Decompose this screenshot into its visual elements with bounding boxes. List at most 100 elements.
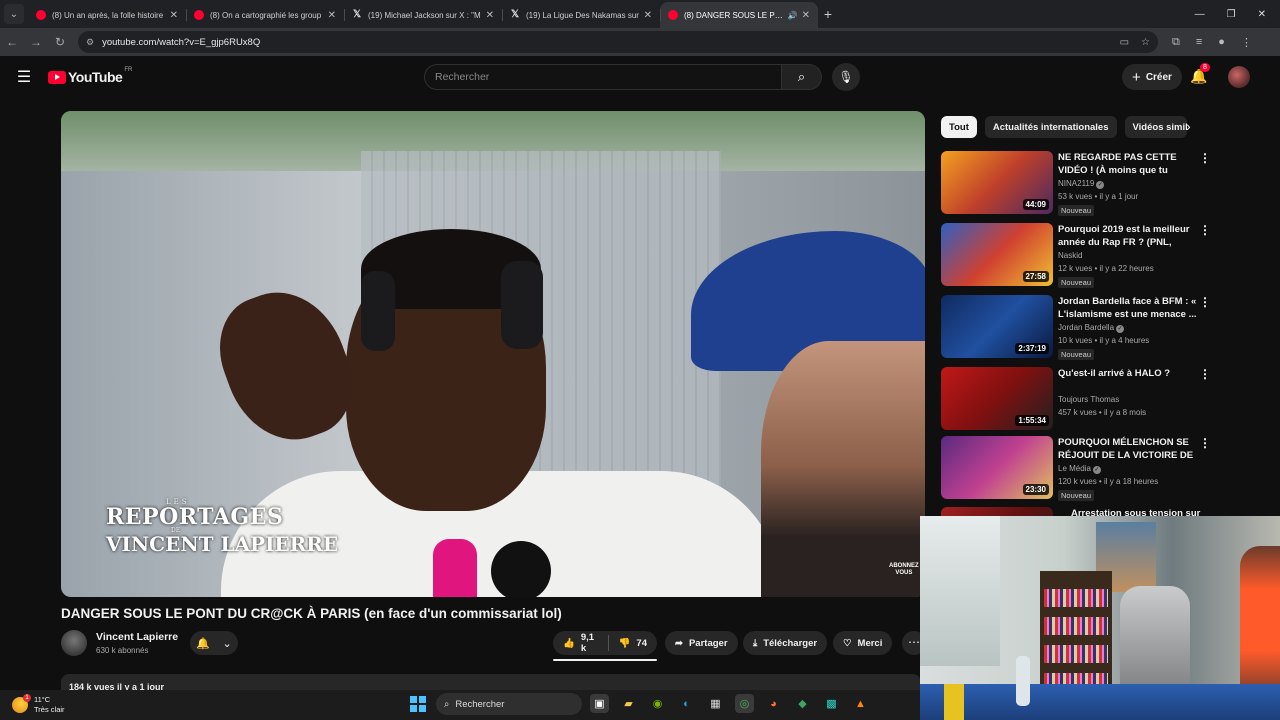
search-button[interactable]: ⌕ xyxy=(782,64,822,90)
recommended-video[interactable]: 23:30 POURQUOI MÉLENCHON SE RÉJOUIT DE LA… xyxy=(941,436,1211,501)
recommended-title[interactable]: Pourquoi 2019 est la meilleur année du R… xyxy=(1058,223,1198,249)
notifications-button[interactable]: 🔔 8 xyxy=(1190,63,1210,85)
video-thumbnail[interactable]: 2:37:19 xyxy=(941,295,1053,358)
back-icon[interactable]: ← xyxy=(0,35,24,49)
file-explorer-icon[interactable]: ▰ xyxy=(619,694,638,713)
windows-start-icon[interactable] xyxy=(410,696,426,712)
more-options-icon[interactable]: ⋮ xyxy=(1199,295,1211,309)
video-player[interactable]: LES REPORTAGES DE VINCENT LAPIERRE ABONN… xyxy=(61,111,925,597)
more-dots-icon: ⋯ xyxy=(908,635,920,649)
chrome-icon[interactable]: ◎ xyxy=(735,694,754,713)
recommended-title[interactable]: NE REGARDE PAS CETTE VIDÉO ! (À moins qu… xyxy=(1058,151,1198,177)
thanks-button[interactable]: ♡ Merci xyxy=(833,631,893,655)
heart-dollar-icon: ♡ xyxy=(843,637,852,649)
close-window-icon[interactable]: ✕ xyxy=(1258,9,1266,20)
x-icon: 𝕏 xyxy=(510,9,520,20)
browser-tab[interactable]: 𝕏 (19) La Ligue Des Nakamas sur ✕ xyxy=(502,2,660,28)
recommended-video[interactable]: 44:09 NE REGARDE PAS CETTE VIDÉO ! (À moi… xyxy=(941,151,1211,216)
webcam-window xyxy=(920,516,1000,666)
subscription-bell-button[interactable]: 🔔 ⌄ xyxy=(190,631,238,655)
video-thumbnail[interactable]: 44:09 xyxy=(941,151,1053,214)
recommended-title[interactable]: Jordan Bardella face à BFM : « L'islamis… xyxy=(1058,295,1198,321)
verified-icon: ✓ xyxy=(1096,181,1105,189)
reload-icon[interactable]: ↻ xyxy=(48,35,72,49)
account-avatar[interactable] xyxy=(1228,66,1250,88)
share-icon: ➦ xyxy=(675,637,683,649)
close-tab-icon[interactable]: ✕ xyxy=(486,10,494,21)
video-thumbnail[interactable]: 27:58 xyxy=(941,223,1053,286)
recommended-title[interactable]: Qu'est-il arrivé à HALO ? xyxy=(1058,367,1198,380)
download-button[interactable]: ⤓ Télécharger xyxy=(743,631,828,655)
more-options-icon[interactable]: ⋮ xyxy=(1199,151,1211,165)
close-tab-icon[interactable]: ✕ xyxy=(328,10,336,21)
vlc-icon[interactable]: ▲ xyxy=(851,694,870,713)
recommended-channel[interactable]: Toujours Thomas xyxy=(1058,395,1119,404)
app-icon[interactable]: ◆ xyxy=(793,694,812,713)
share-button[interactable]: ➦ Partager xyxy=(665,631,738,655)
cast-icon[interactable]: ▭ xyxy=(1120,37,1129,48)
search-input[interactable]: Rechercher xyxy=(424,64,782,90)
restore-icon[interactable]: ❐ xyxy=(1227,9,1236,20)
download-icon: ⤓ xyxy=(753,637,758,649)
close-tab-icon[interactable]: ✕ xyxy=(170,10,178,21)
recommended-video[interactable]: 2:37:19 Jordan Bardella face à BFM : « L'… xyxy=(941,295,1211,360)
filter-chip[interactable]: Tout xyxy=(941,116,977,138)
channel-avatar[interactable] xyxy=(61,630,87,656)
browser-tab[interactable]: (8) DANGER SOUS LE PONT 🔊 ✕ xyxy=(660,2,818,28)
like-button[interactable]: 👍 9,1 k xyxy=(553,631,608,655)
close-tab-icon[interactable]: ✕ xyxy=(644,10,652,21)
voice-search-button[interactable]: 🎙 xyxy=(832,63,860,91)
weather-widget[interactable]: 1 11°C Très clair xyxy=(12,694,65,715)
media-control-icon[interactable]: ≡ xyxy=(1196,36,1202,49)
recommended-video[interactable]: 1:55:34 Qu'est-il arrivé à HALO ? Toujours… xyxy=(941,367,1211,431)
tab-audio-icon[interactable]: 🔊 xyxy=(788,11,798,20)
tab-search-chevron-icon[interactable]: ⌄ xyxy=(4,4,24,24)
close-tab-icon[interactable]: ✕ xyxy=(802,10,810,21)
app-icon[interactable]: ▩ xyxy=(822,694,841,713)
browser-menu-icon[interactable]: ⋮ xyxy=(1241,36,1252,49)
more-options-icon[interactable]: ⋮ xyxy=(1199,367,1211,381)
video-thumbnail[interactable]: 1:55:34 xyxy=(941,367,1053,430)
search-icon: ⌕ xyxy=(444,698,450,710)
recommended-title[interactable]: POURQUOI MÉLENCHON SE RÉJOUIT DE LA VICT… xyxy=(1058,436,1198,462)
browser-tab-bar: ⌄ (8) Un an après, la folle histoire ✕ (8)… xyxy=(0,0,1280,28)
recommended-channel[interactable]: Naskid xyxy=(1058,251,1082,260)
more-options-icon[interactable]: ⋮ xyxy=(1199,223,1211,237)
firefox-icon[interactable]: ◕ xyxy=(764,694,783,713)
recommended-channel[interactable]: Jordan Bardella ✓ xyxy=(1058,323,1125,333)
nvidia-icon[interactable]: ◉ xyxy=(648,694,667,713)
filter-chip[interactable]: Actualités internationales xyxy=(984,116,1117,138)
address-bar[interactable]: ⚙ youtube.com/watch?v=E_gjp6RUx8Q ▭ ☆ xyxy=(78,31,1158,53)
browser-tab[interactable]: 𝕏 (19) Michael Jackson sur X : "M ✕ xyxy=(344,2,502,28)
dislike-button[interactable]: 👎 74 xyxy=(609,631,657,655)
taskbar-search[interactable]: ⌕ Rechercher xyxy=(436,693,582,715)
bookmark-star-icon[interactable]: ☆ xyxy=(1141,37,1150,48)
more-options-icon[interactable]: ⋮ xyxy=(1199,436,1211,450)
store-icon[interactable]: ▦ xyxy=(706,694,725,713)
youtube-logo[interactable]: YouTube FR xyxy=(48,67,132,85)
hamburger-menu-icon[interactable]: ☰ xyxy=(0,67,48,87)
browser-tab[interactable]: (8) Un an après, la folle histoire ✕ xyxy=(28,2,186,28)
recommended-video[interactable]: 27:58 Pourquoi 2019 est la meilleur année… xyxy=(941,223,1211,288)
share-label: Partager xyxy=(688,637,728,649)
logo-text: YouTube xyxy=(68,69,123,85)
edge-icon[interactable]: ◐ xyxy=(677,694,696,713)
browser-tab[interactable]: (8) On a cartographié les group ✕ xyxy=(186,2,344,28)
site-info-icon[interactable]: ⚙ xyxy=(86,37,94,48)
channel-name[interactable]: Vincent Lapierre xyxy=(96,631,178,643)
new-tab-button[interactable]: + xyxy=(818,6,838,22)
extensions-icon[interactable]: ⧉ xyxy=(1172,36,1180,49)
tab-title: (8) On a cartographié les group xyxy=(210,10,322,20)
chevron-right-icon[interactable]: › xyxy=(1186,118,1191,134)
search-icon: ⌕ xyxy=(797,69,806,84)
forward-icon[interactable]: → xyxy=(24,35,48,49)
filter-chips: Tout Actualités internationales Vidéos sim… xyxy=(941,116,1187,138)
filter-chip[interactable]: Vidéos simila xyxy=(1124,116,1187,138)
recommended-channel[interactable]: NINA2119 ✓ xyxy=(1058,179,1105,189)
minimize-icon[interactable]: — xyxy=(1195,9,1205,20)
recommended-channel[interactable]: Le Média ✓ xyxy=(1058,464,1101,474)
profile-icon[interactable]: ● xyxy=(1218,36,1225,49)
create-button[interactable]: + Créer xyxy=(1122,64,1182,90)
video-thumbnail[interactable]: 23:30 xyxy=(941,436,1053,499)
task-view-icon[interactable]: ▣ xyxy=(590,694,609,713)
